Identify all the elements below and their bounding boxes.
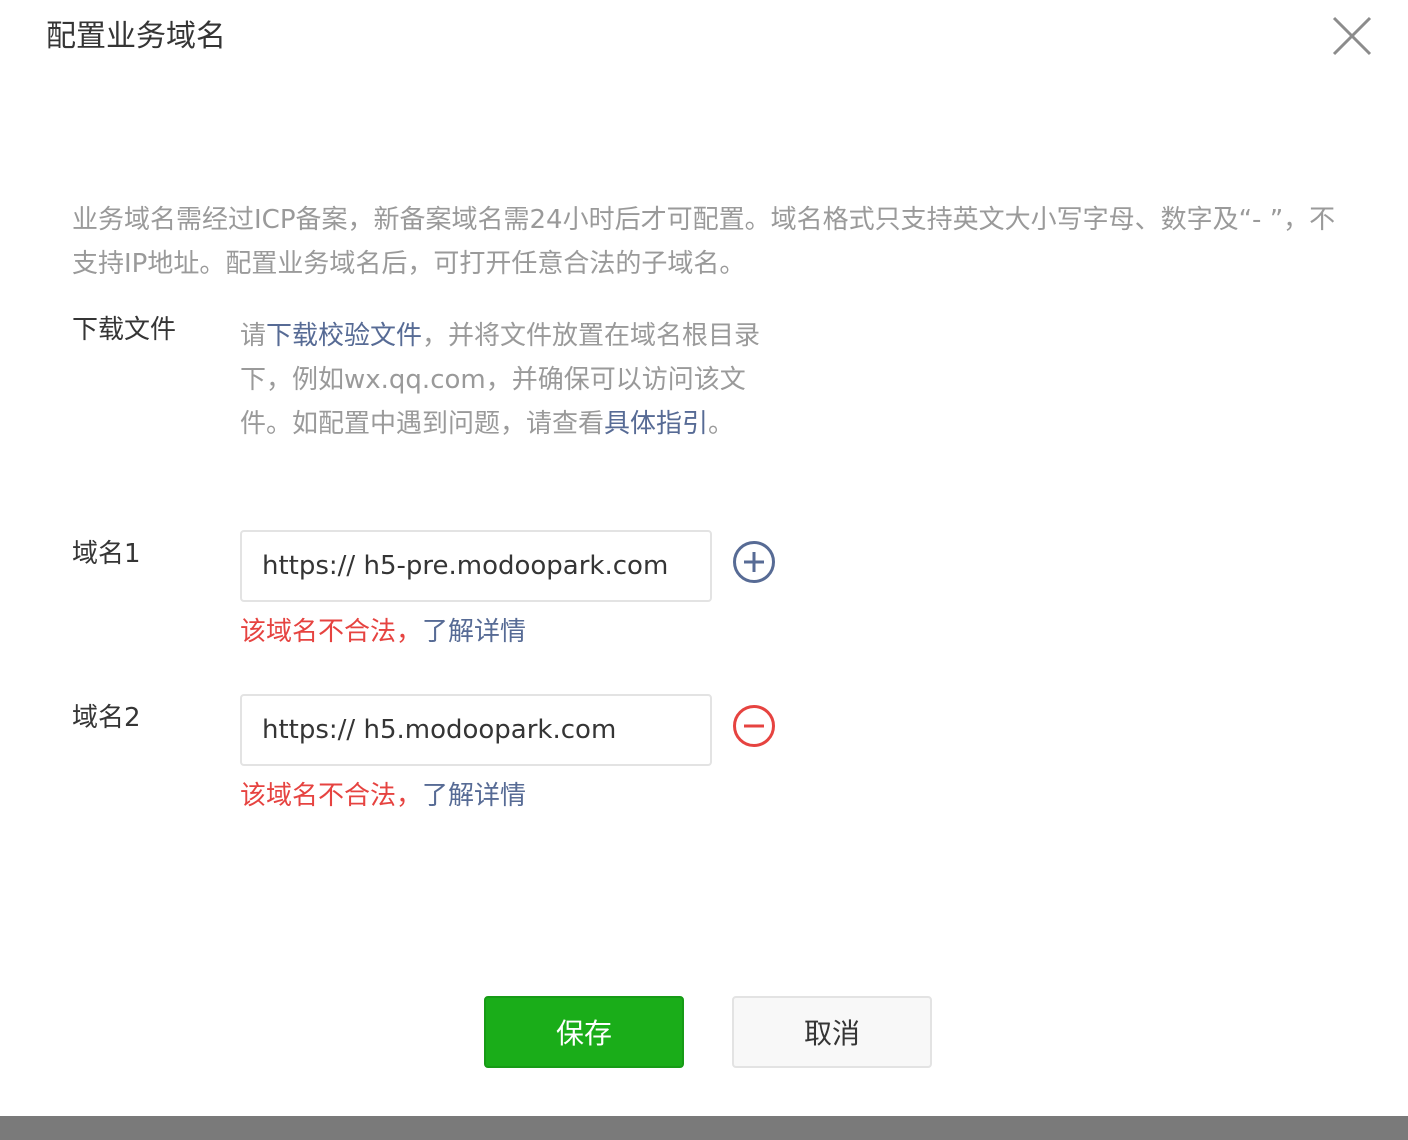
download-file-label: 下载文件 xyxy=(72,315,177,345)
domain-2-input[interactable] xyxy=(262,715,710,745)
download-text-before: 请 xyxy=(240,321,267,351)
guide-link[interactable]: 具体指引 xyxy=(604,409,708,439)
domain-2-field[interactable] xyxy=(240,694,712,766)
save-button[interactable]: 保存 xyxy=(484,996,684,1068)
domain-1-error-text: 该域名不合法， xyxy=(240,617,423,647)
domain-1-error: 该域名不合法，了解详情 xyxy=(240,612,526,652)
domain-1-field[interactable] xyxy=(240,530,712,602)
close-button[interactable] xyxy=(1328,12,1376,60)
minus-circle-icon xyxy=(733,705,775,747)
close-icon xyxy=(1332,16,1372,56)
plus-circle-icon xyxy=(733,541,775,583)
download-text-end: 。 xyxy=(708,409,735,439)
download-instructions: 请下载校验文件，并将文件放置在域名根目录下，例如wx.qq.com，并确保可以访… xyxy=(240,314,780,446)
configure-domain-dialog: 配置业务域名 业务域名需经过ICP备案，新备案域名需24小时后才可配置。域名格式… xyxy=(0,0,1408,1116)
dialog-title: 配置业务域名 xyxy=(46,19,226,54)
domain-2-error: 该域名不合法，了解详情 xyxy=(240,776,526,816)
domain-1-label: 域名1 xyxy=(72,539,141,569)
cancel-button[interactable]: 取消 xyxy=(732,996,932,1068)
background-overlay-strip xyxy=(0,1116,1408,1140)
domain-2-error-text: 该域名不合法， xyxy=(240,781,423,811)
domain-2-learn-more-link[interactable]: 了解详情 xyxy=(422,781,526,811)
domain-1-learn-more-link[interactable]: 了解详情 xyxy=(422,617,526,647)
domain-requirements-description: 业务域名需经过ICP备案，新备案域名需24小时后才可配置。域名格式只支持英文大小… xyxy=(72,205,1336,279)
domain-2-label: 域名2 xyxy=(72,703,141,733)
download-verify-file-link[interactable]: 下载校验文件 xyxy=(266,321,422,351)
domain-1-input[interactable] xyxy=(262,551,710,581)
remove-domain-button[interactable] xyxy=(732,704,776,748)
add-domain-button[interactable] xyxy=(732,540,776,584)
